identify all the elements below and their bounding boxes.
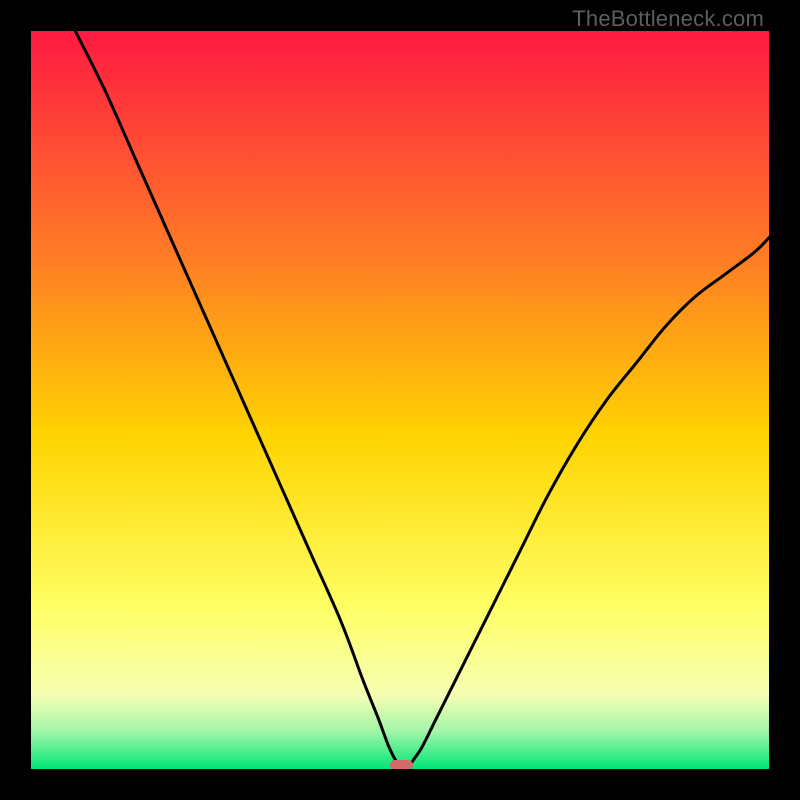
bottleneck-curve xyxy=(31,31,769,769)
watermark-text: TheBottleneck.com xyxy=(572,6,764,32)
chart-frame: TheBottleneck.com xyxy=(0,0,800,800)
optimal-marker xyxy=(390,760,412,769)
plot-area xyxy=(31,31,769,769)
